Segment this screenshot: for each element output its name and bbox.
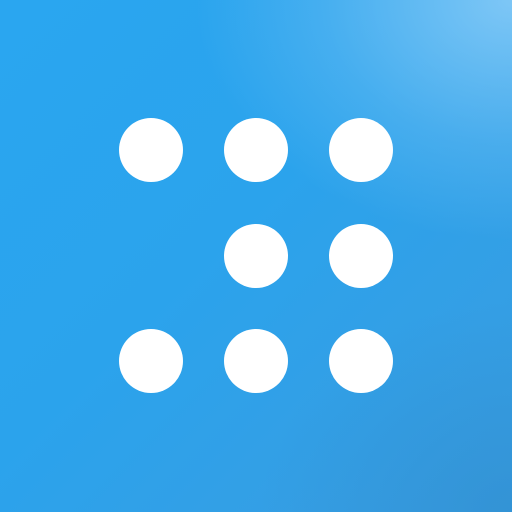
dot-row1-col3 (329, 118, 393, 182)
dot-row1-col1 (119, 118, 183, 182)
app-icon (0, 0, 512, 512)
dot-row1-col2 (224, 118, 288, 182)
dot-row3-col2 (224, 329, 288, 393)
dot-row3-col3 (329, 329, 393, 393)
dot-row2-col2 (224, 224, 288, 288)
dot-row3-col1 (119, 329, 183, 393)
dot-row2-col3 (329, 224, 393, 288)
